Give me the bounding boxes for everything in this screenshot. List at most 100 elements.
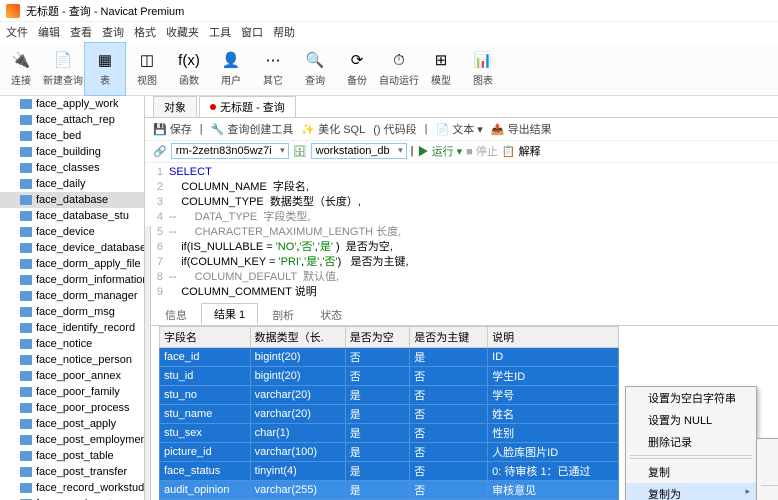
- menubar: 文件编辑查看查询格式收藏夹工具窗口帮助: [0, 22, 778, 42]
- tab-status[interactable]: 状态: [308, 305, 354, 325]
- tree-item[interactable]: face_dorm_information: [0, 272, 144, 288]
- tree-item[interactable]: face_dorm_msg: [0, 304, 144, 320]
- ribbon-函数[interactable]: f(x)函数: [168, 42, 210, 96]
- ctx2-1[interactable]: Update 语句: [757, 461, 778, 483]
- database-select[interactable]: workstation_db: [311, 143, 407, 159]
- data-row[interactable]: stu_sexchar(1)是否性别: [160, 424, 619, 443]
- stop-button[interactable]: ■ 停止: [466, 143, 498, 159]
- ctx-复制[interactable]: 复制: [626, 461, 756, 483]
- tree-item[interactable]: face_post_table: [0, 448, 144, 464]
- menu-编辑[interactable]: 编辑: [38, 24, 60, 40]
- table-icon: [20, 131, 32, 141]
- tree-item[interactable]: face_post_apply: [0, 416, 144, 432]
- ctx-删除记录[interactable]: 删除记录: [626, 431, 756, 453]
- ctx2-0[interactable]: Insert 语句: [757, 439, 778, 461]
- tree-item[interactable]: face_classes: [0, 160, 144, 176]
- table-icon: [20, 339, 32, 349]
- run-button[interactable]: ▶ 运行 ▾: [418, 143, 463, 159]
- save-button[interactable]: 💾 保存: [153, 121, 192, 137]
- 其它-icon: ⋯: [263, 50, 283, 70]
- ribbon-图表[interactable]: 📊图表: [462, 42, 504, 96]
- explain-button[interactable]: 📋 解释: [502, 143, 541, 159]
- tab-objects[interactable]: 对象: [153, 96, 197, 117]
- tree-item[interactable]: face_database_stu: [0, 208, 144, 224]
- tree-item[interactable]: face_notice: [0, 336, 144, 352]
- tree-item[interactable]: face_notice_person: [0, 352, 144, 368]
- tree-item[interactable]: face_device_database: [0, 240, 144, 256]
- data-row[interactable]: audit_opinionvarchar(255)是否审核意见: [160, 481, 619, 500]
- menu-帮助[interactable]: 帮助: [273, 24, 295, 40]
- table-icon: [20, 211, 32, 221]
- table-icon: [20, 115, 32, 125]
- ribbon-查询[interactable]: 🔍查询: [294, 42, 336, 96]
- menu-查询[interactable]: 查询: [102, 24, 124, 40]
- data-row[interactable]: stu_idbigint(20)否否学生ID: [160, 367, 619, 386]
- ctx2-2[interactable]: 制表符分隔值 (数据): [757, 488, 778, 500]
- ribbon-新建查询[interactable]: 📄新建查询: [42, 42, 84, 96]
- text-button[interactable]: 📄 文本 ▾: [435, 121, 482, 137]
- tree-item[interactable]: face_bed: [0, 128, 144, 144]
- 连接-icon: 🔌: [11, 50, 31, 70]
- menu-收藏夹[interactable]: 收藏夹: [166, 24, 199, 40]
- menu-窗口[interactable]: 窗口: [241, 24, 263, 40]
- tab-query[interactable]: 无标题 - 查询: [199, 96, 296, 117]
- tree-item[interactable]: face_post_transfer: [0, 464, 144, 480]
- app-logo-icon: [6, 4, 20, 18]
- connection-select[interactable]: rm-2zetn83n05wz7i: [171, 143, 289, 159]
- tree-item[interactable]: face_poor_annex: [0, 368, 144, 384]
- tree-item[interactable]: face_apply_work: [0, 96, 144, 112]
- tree-item[interactable]: face_identify_record: [0, 320, 144, 336]
- menu-工具[interactable]: 工具: [209, 24, 231, 40]
- 视图-icon: ◫: [137, 50, 157, 70]
- unsaved-dot-icon: [210, 104, 216, 110]
- beautify-button[interactable]: ✨ 美化 SQL: [301, 121, 365, 137]
- ribbon-模型[interactable]: ⊞模型: [420, 42, 462, 96]
- data-row[interactable]: stu_namevarchar(20)是否姓名: [160, 405, 619, 424]
- table-icon: [20, 227, 32, 237]
- codeseg-button[interactable]: () 代码段: [373, 121, 416, 137]
- tree-item[interactable]: face_dorm_apply_file: [0, 256, 144, 272]
- context-menu[interactable]: 设置为空白字符串设置为 NULL删除记录复制复制为粘贴显示: [625, 386, 757, 500]
- titlebar: 无标题 - 查询 - Navicat Premium: [0, 0, 778, 22]
- context-submenu[interactable]: Insert 语句Update 语句制表符分隔值 (数据)制表符分隔值 (字段名…: [756, 438, 778, 500]
- tree-item[interactable]: face_post_employmen: [0, 432, 144, 448]
- ribbon-自动运行[interactable]: ⏱自动运行: [378, 42, 420, 96]
- tab-profile[interactable]: 剖析: [260, 305, 306, 325]
- object-tree[interactable]: face_apply_workface_attach_repface_bedfa…: [0, 96, 145, 500]
- tree-item[interactable]: face_poor_process: [0, 400, 144, 416]
- tree-item[interactable]: face_dorm_manager: [0, 288, 144, 304]
- ribbon-其它[interactable]: ⋯其它: [252, 42, 294, 96]
- ctx-设置为 NULL[interactable]: 设置为 NULL: [626, 409, 756, 431]
- ribbon-表[interactable]: ▦表: [84, 42, 126, 96]
- table-icon: [20, 483, 32, 493]
- tree-item[interactable]: face_repair_note: [0, 496, 144, 500]
- tree-item[interactable]: face_database: [0, 192, 144, 208]
- export-button[interactable]: 📤 导出结果: [491, 121, 552, 137]
- table-icon: [20, 371, 32, 381]
- tab-result[interactable]: 结果 1: [201, 303, 258, 325]
- data-row[interactable]: stu_novarchar(20)是否学号: [160, 386, 619, 405]
- tree-item[interactable]: face_attach_rep: [0, 112, 144, 128]
- result-grid[interactable]: 字段名数据类型（长.是否为空是否为主键说明face_idbigint(20)否是…: [159, 326, 619, 500]
- ribbon-用户[interactable]: 👤用户: [210, 42, 252, 96]
- ribbon-连接[interactable]: 🔌连接: [0, 42, 42, 96]
- data-row[interactable]: face_statustinyint(4)是否0: 待审核 1：已通过: [160, 462, 619, 481]
- ctx-复制为[interactable]: 复制为: [626, 483, 756, 500]
- builder-button[interactable]: 🔧 查询创建工具: [211, 121, 294, 137]
- ribbon-视图[interactable]: ◫视图: [126, 42, 168, 96]
- menu-文件[interactable]: 文件: [6, 24, 28, 40]
- ctx-设置为空白字符串[interactable]: 设置为空白字符串: [626, 387, 756, 409]
- data-row[interactable]: face_idbigint(20)否是ID: [160, 348, 619, 367]
- tree-item[interactable]: face_daily: [0, 176, 144, 192]
- 新建查询-icon: 📄: [53, 50, 73, 70]
- tab-info[interactable]: 信息: [153, 305, 199, 325]
- menu-查看[interactable]: 查看: [70, 24, 92, 40]
- tree-item[interactable]: face_poor_family: [0, 384, 144, 400]
- data-row[interactable]: picture_idvarchar(100)是否人脸库图片ID: [160, 443, 619, 462]
- ribbon-备份[interactable]: ⟳备份: [336, 42, 378, 96]
- menu-格式[interactable]: 格式: [134, 24, 156, 40]
- tree-item[interactable]: face_device: [0, 224, 144, 240]
- tree-item[interactable]: face_record_workstudy: [0, 480, 144, 496]
- tree-item[interactable]: face_building: [0, 144, 144, 160]
- sql-editor[interactable]: 1SELECT2 COLUMN_NAME 字段名,3 COLUMN_TYPE 数…: [145, 163, 778, 304]
